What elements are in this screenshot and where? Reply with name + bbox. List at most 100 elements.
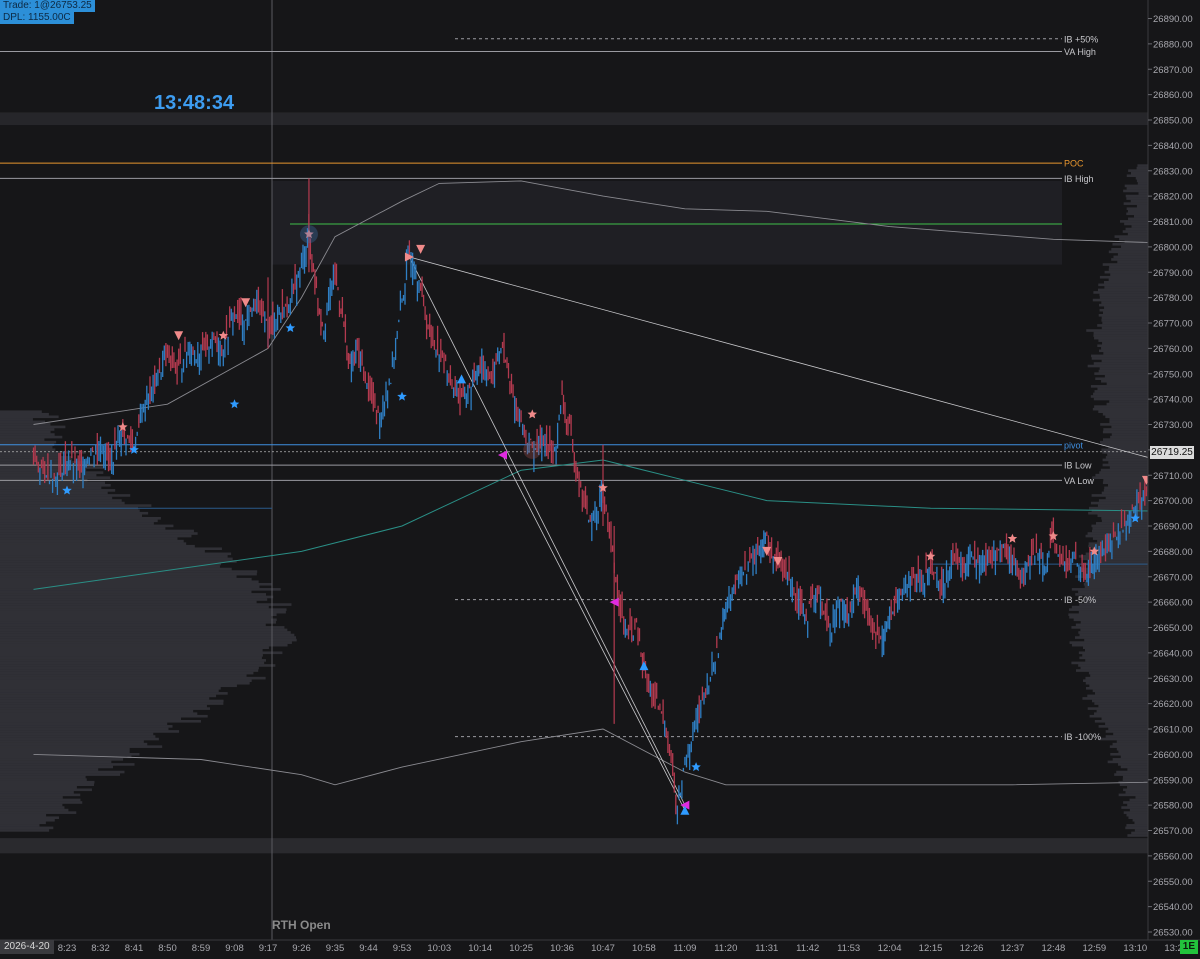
profile-bar	[0, 487, 101, 490]
profile-bar	[1103, 263, 1148, 266]
price-tick-label: 26800.00	[1153, 242, 1193, 253]
profile-bar	[0, 606, 269, 609]
profile-bar	[1072, 644, 1148, 647]
profile-bar	[0, 687, 221, 690]
profile-bar	[0, 446, 52, 449]
profile-bar	[1126, 195, 1148, 198]
price-tick-label: 26600.00	[1153, 750, 1193, 761]
profile-bar	[0, 535, 191, 538]
profile-bar	[0, 717, 181, 720]
profile-bar	[1113, 743, 1148, 746]
profile-bar	[1126, 791, 1148, 794]
price-tick-label: 26530.00	[1153, 928, 1193, 939]
price-chart-canvas[interactable]: IB +50%VA HighPOCIB HighpivotIB LowVA Lo…	[0, 0, 1200, 954]
profile-bar	[0, 494, 130, 497]
price-tick-label: 26610.00	[1153, 725, 1193, 736]
profile-bar	[1094, 398, 1148, 401]
profile-bar	[1092, 476, 1148, 479]
profile-bar	[0, 783, 94, 786]
profile-bar	[1103, 428, 1148, 431]
profile-bar	[1127, 187, 1148, 190]
profile-bar	[1101, 319, 1148, 322]
time-tick-label: 11:53	[837, 943, 860, 954]
profile-bar	[1127, 804, 1148, 807]
profile-bar	[1104, 489, 1148, 492]
profile-bar	[1109, 421, 1148, 424]
trading-chart[interactable]: IB +50%VA HighPOCIB HighpivotIB LowVA Lo…	[0, 0, 1200, 954]
profile-bar	[0, 750, 130, 753]
profile-bar	[1083, 646, 1148, 649]
profile-bar	[1099, 738, 1148, 741]
profile-bar	[1123, 778, 1148, 781]
profile-bar	[0, 537, 177, 540]
profile-bar	[0, 799, 80, 802]
profile-bar	[1100, 423, 1148, 426]
profile-bar	[1088, 365, 1148, 368]
profile-bar	[0, 796, 63, 799]
profile-bar	[1123, 230, 1148, 233]
time-tick-label: 9:26	[292, 943, 311, 954]
time-tick-label: 9:35	[326, 943, 345, 954]
profile-bar	[1093, 393, 1148, 396]
profile-bar	[1085, 586, 1148, 589]
profile-bar	[1079, 657, 1148, 660]
profile-bar	[0, 441, 56, 444]
profile-bar	[1102, 492, 1148, 495]
profile-bar	[1098, 289, 1148, 292]
profile-bar	[0, 723, 167, 726]
profile-bar	[1113, 733, 1148, 736]
profile-bar	[0, 789, 92, 792]
profile-bar	[1095, 474, 1148, 477]
profile-bar	[0, 702, 223, 705]
time-tick-label: 12:04	[878, 943, 902, 954]
profile-bar	[1126, 814, 1148, 817]
time-tick-label: 8:59	[192, 943, 211, 954]
time-tick-label: 8:50	[158, 943, 177, 954]
profile-bar	[1080, 629, 1148, 632]
profile-bar	[1102, 360, 1148, 363]
profile-bar	[0, 410, 42, 413]
timeframe-badge[interactable]: 1E	[1180, 940, 1198, 954]
profile-bar	[1110, 466, 1148, 469]
profile-bar	[1127, 834, 1148, 837]
profile-bar	[1109, 418, 1148, 421]
profile-bar	[0, 682, 250, 685]
profile-bar	[0, 621, 276, 624]
profile-bar	[1105, 271, 1148, 274]
level-label: VA High	[1064, 47, 1096, 57]
profile-bar	[1101, 347, 1148, 350]
shaded-band	[0, 838, 1148, 853]
profile-bar	[0, 740, 144, 743]
profile-bar	[1103, 481, 1148, 484]
profile-bar	[1124, 811, 1148, 814]
price-bars	[34, 178, 1200, 824]
profile-bar	[0, 649, 263, 652]
profile-bar	[1128, 169, 1148, 172]
profile-bar	[0, 530, 194, 533]
profile-bar	[0, 618, 277, 621]
profile-bar	[0, 611, 286, 614]
profile-bar	[0, 651, 282, 654]
profile-bar	[1118, 763, 1148, 766]
profile-bar	[1135, 796, 1148, 799]
time-tick-label: 8:23	[58, 943, 77, 954]
price-tick-label: 26650.00	[1153, 623, 1193, 634]
profile-bar	[1105, 375, 1148, 378]
profile-bar	[1123, 801, 1148, 804]
profile-bar	[1137, 167, 1148, 170]
profile-bar	[0, 773, 120, 776]
profile-bar	[0, 644, 288, 647]
trend-line	[409, 257, 684, 805]
profile-bar	[1079, 611, 1148, 614]
profile-bar	[1109, 251, 1148, 254]
profile-bar	[1106, 456, 1148, 459]
profile-bar	[1106, 730, 1148, 733]
profile-bar	[1117, 748, 1148, 751]
profile-bar	[0, 700, 224, 703]
profile-bar	[0, 728, 168, 731]
profile-bar	[0, 608, 287, 611]
profile-bar	[1126, 228, 1148, 231]
profile-bar	[1124, 202, 1148, 205]
ib-range-box	[272, 181, 1062, 265]
level-label: IB +50%	[1064, 34, 1098, 44]
